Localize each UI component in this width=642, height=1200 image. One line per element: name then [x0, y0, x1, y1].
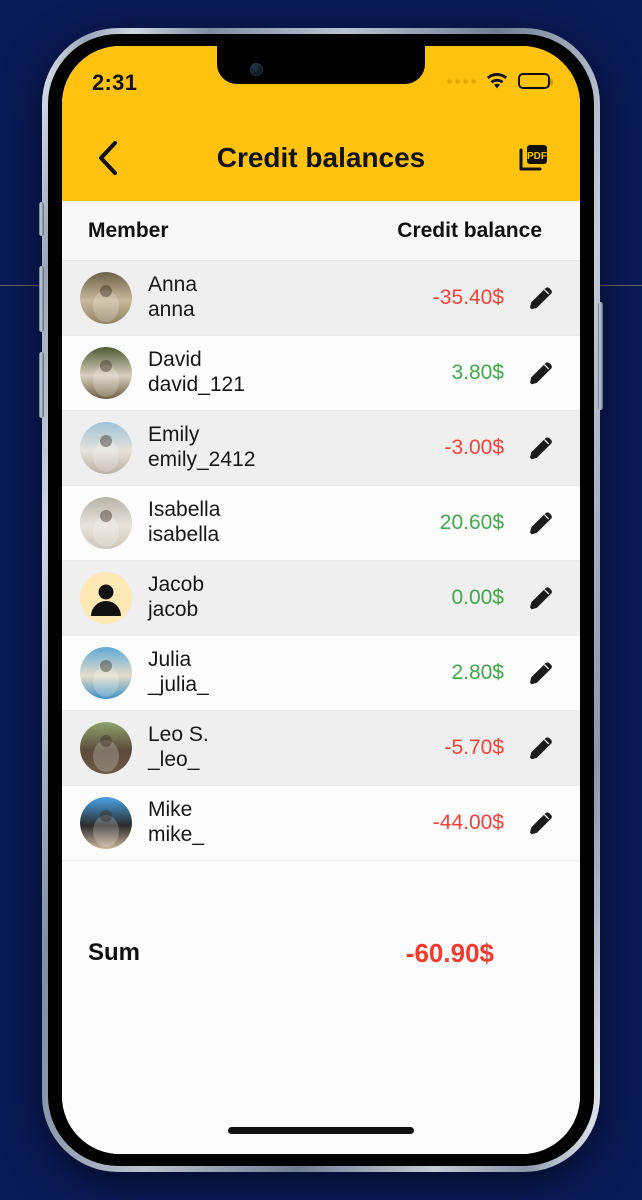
member-display-name: Jacob [148, 573, 205, 597]
member-display-name: Emily [148, 423, 200, 447]
member-username: isabella [148, 523, 220, 546]
page-body: Member Credit balance Anna anna -35.40$ Dav… [62, 201, 580, 1154]
svg-text:PDF: PDF [527, 151, 547, 162]
pencil-edit-icon[interactable] [522, 433, 560, 463]
wifi-icon [485, 72, 509, 90]
member-username: jacob [148, 598, 199, 621]
member-names: Julia _julia_ [148, 648, 209, 698]
status-bar-indicators [447, 72, 553, 90]
member-names: Emily emily_2412 [148, 423, 255, 473]
avatar [80, 347, 132, 399]
avatar [80, 497, 132, 549]
credit-balance-value: 2.80$ [451, 661, 504, 684]
avatar [80, 647, 132, 699]
summary-label: Sum [88, 939, 141, 966]
phone-screen: 2:31 Credit balances PDF Member Credit b… [62, 46, 580, 1154]
credit-balance-value: -35.40$ [432, 286, 504, 309]
phone-device-frame: 2:31 Credit balances PDF Member Credit b… [39, 28, 603, 1172]
avatar [80, 722, 132, 774]
pencil-edit-icon[interactable] [522, 508, 560, 538]
battery-full-icon [518, 73, 553, 89]
phone-bezel: 2:31 Credit balances PDF Member Credit b… [39, 34, 603, 1166]
column-header-member: Member [88, 219, 169, 242]
member-username: _leo_ [148, 748, 200, 771]
table-row[interactable]: Anna anna -35.40$ [62, 261, 580, 336]
signal-dots-icon [447, 78, 476, 84]
credit-balance-value: 20.60$ [439, 511, 504, 534]
member-names: Anna anna [148, 273, 197, 323]
member-display-name: Mike [148, 798, 193, 822]
member-names: David david_121 [148, 348, 245, 398]
pencil-edit-icon[interactable] [522, 283, 560, 313]
member-display-name: David [148, 348, 202, 372]
display-notch [217, 46, 425, 84]
member-display-name: Leo S. [148, 723, 209, 747]
table-header-row: Member Credit balance [62, 201, 580, 261]
member-names: Leo S. _leo_ [148, 723, 209, 773]
home-indicator[interactable] [228, 1127, 414, 1134]
member-username: _julia_ [148, 673, 209, 696]
navigation-bar: Credit balances PDF [62, 114, 580, 201]
table-row[interactable]: Julia _julia_ 2.80$ [62, 636, 580, 711]
summary-value: -60.90$ [405, 937, 494, 968]
column-header-credit-balance: Credit balance [397, 219, 542, 242]
table-row[interactable]: Leo S. _leo_ -5.70$ [62, 711, 580, 786]
table-row[interactable]: Isabella isabella 20.60$ [62, 486, 580, 561]
credit-balance-value: 3.80$ [451, 361, 504, 384]
table-row[interactable]: Emily emily_2412 -3.00$ [62, 411, 580, 486]
status-bar: 2:31 [62, 46, 580, 114]
credit-balance-value: -44.00$ [432, 811, 504, 834]
volume-up-button[interactable] [39, 266, 44, 332]
member-names: Jacob jacob [148, 573, 204, 623]
mute-switch-button[interactable] [39, 202, 44, 236]
member-username: mike_ [148, 823, 205, 846]
member-display-name: Julia [148, 648, 192, 672]
front-camera-icon [250, 63, 263, 76]
pencil-edit-icon[interactable] [522, 358, 560, 388]
member-username: emily_2412 [148, 448, 256, 471]
member-username: anna [148, 298, 195, 321]
avatar [80, 572, 132, 624]
credit-balance-value: 0.00$ [451, 586, 504, 609]
member-display-name: Anna [148, 273, 198, 297]
pencil-edit-icon[interactable] [522, 808, 560, 838]
chevron-left-icon[interactable] [88, 138, 128, 178]
member-names: Mike mike_ [148, 798, 204, 848]
avatar [80, 797, 132, 849]
pencil-edit-icon[interactable] [522, 658, 560, 688]
member-username: david_121 [148, 373, 245, 396]
table-row[interactable]: David david_121 3.80$ [62, 336, 580, 411]
avatar [80, 422, 132, 474]
pencil-edit-icon[interactable] [522, 583, 560, 613]
member-list: Anna anna -35.40$ David david_121 3.80$ Emily e… [62, 261, 580, 861]
member-names: Isabella isabella [148, 498, 220, 548]
table-row[interactable]: Mike mike_ -44.00$ [62, 786, 580, 861]
credit-balance-value: -5.70$ [444, 736, 504, 759]
pdf-export-icon[interactable]: PDF [514, 138, 554, 178]
pencil-edit-icon[interactable] [522, 733, 560, 763]
avatar [80, 272, 132, 324]
volume-down-button[interactable] [39, 352, 44, 418]
power-button[interactable] [598, 302, 603, 410]
table-row[interactable]: Jacob jacob 0.00$ [62, 561, 580, 636]
summary-row: Sum -60.90$ [62, 917, 580, 989]
credit-balance-value: -3.00$ [444, 436, 504, 459]
status-bar-clock: 2:31 [92, 70, 138, 95]
member-display-name: Isabella [148, 498, 221, 522]
page-title: Credit balances [216, 141, 426, 173]
